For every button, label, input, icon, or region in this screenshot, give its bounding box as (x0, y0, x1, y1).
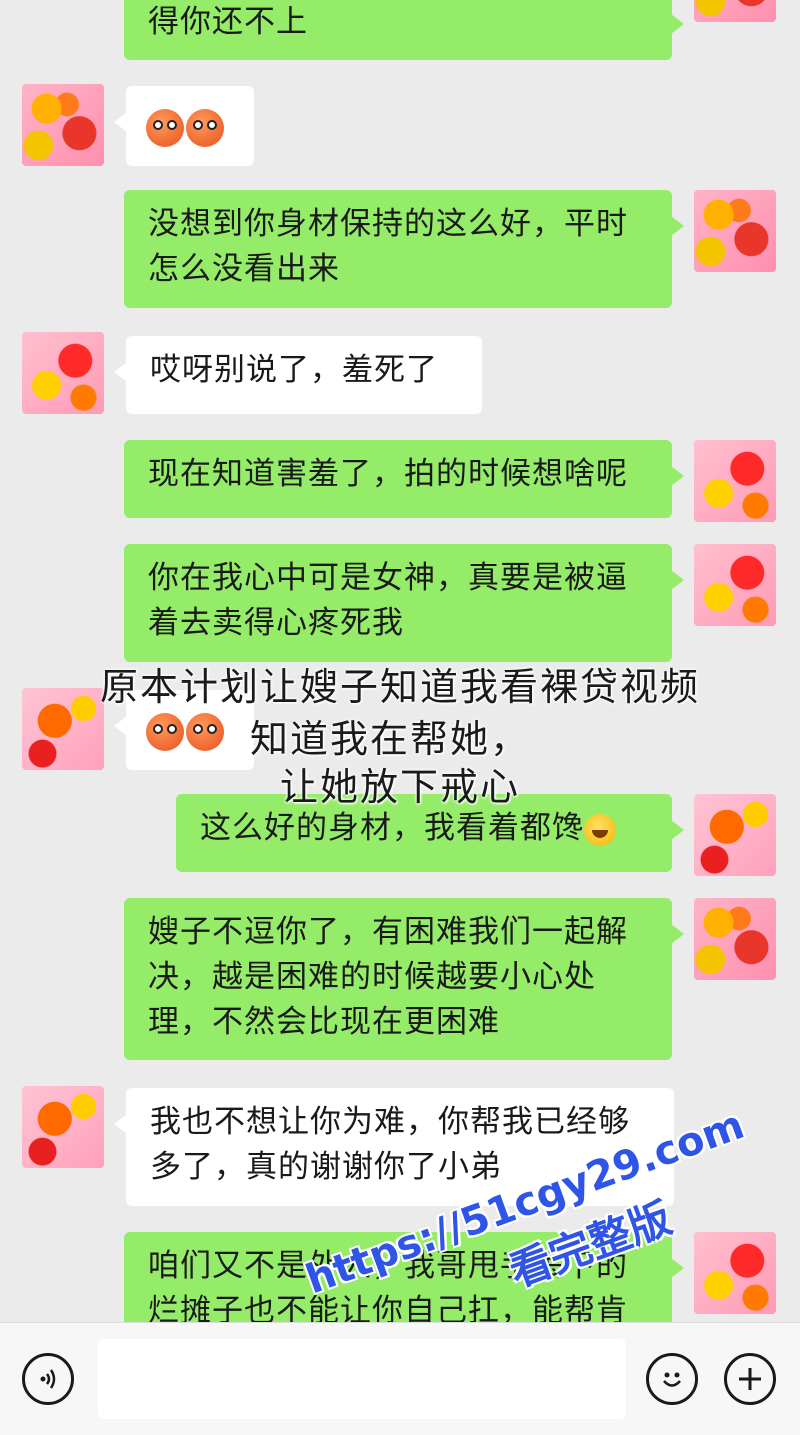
message-bubble-received[interactable]: 哎呀别说了，羞死了 (114, 336, 482, 414)
avatar-self[interactable] (694, 898, 776, 980)
avatar-contact[interactable] (22, 84, 104, 166)
message-bubble-sent[interactable]: 现在知道害羞了，拍的时候想啥呢 (124, 440, 684, 518)
message-text-line: 着去卖得心疼死我 (148, 605, 404, 641)
more-button[interactable] (724, 1353, 776, 1405)
message-text-line: 我也不想让你为难，你帮我已经够 (150, 1104, 630, 1140)
voice-icon (40, 1369, 56, 1389)
message-text-line: 你在我心中可是女神，真要是被逼 (148, 560, 628, 596)
message-bubble-sent[interactable]: 嫂子不逗你了，有困难我们一起解 决，越是困难的时候越要小心处 理，不然会比现在更… (124, 898, 684, 1060)
overlay-caption-line-2: 知道我在帮她， (249, 717, 530, 761)
message-text: 得你还不上 (148, 4, 308, 40)
voice-button[interactable] (22, 1353, 74, 1405)
message-bubble-received[interactable] (114, 86, 254, 166)
message-bubble-sent[interactable]: 得你还不上 (124, 0, 684, 60)
laughing-emoji-icon (584, 813, 616, 846)
message-text: 哎呀别说了，羞死了 (150, 352, 438, 388)
message-text-line: 没想到你身材保持的这么好，平时 (148, 206, 628, 242)
sweat-emoji-icon (146, 108, 184, 147)
emoji-icon (663, 1372, 681, 1387)
emoji-button[interactable] (646, 1353, 698, 1405)
input-toolbar (0, 1322, 800, 1435)
avatar-self[interactable] (694, 544, 776, 626)
sweat-emoji-icon (186, 108, 224, 147)
message-text-line: 决，越是困难的时候越要小心处 (148, 959, 596, 995)
avatar-contact[interactable] (22, 1086, 104, 1168)
plus-icon (739, 1368, 761, 1390)
avatar-contact[interactable] (22, 332, 104, 414)
message-text-line: 嫂子不逗你了，有困难我们一起解 (148, 914, 628, 950)
avatar-self[interactable] (694, 440, 776, 522)
message-text-line: 怎么没看出来 (148, 251, 340, 287)
overlay-caption-line-3: 让她放下戒心 (279, 765, 520, 809)
message-input[interactable] (98, 1339, 626, 1419)
overlay-caption-line-1: 原本计划让嫂子知道我看裸贷视频 (99, 665, 700, 709)
message-text-line: 理，不然会比现在更困难 (148, 1004, 500, 1040)
message-bubble-sent[interactable]: 你在我心中可是女神，真要是被逼 着去卖得心疼死我 (124, 544, 684, 662)
avatar-self[interactable] (694, 1232, 776, 1314)
message-text: 现在知道害羞了，拍的时候想啥呢 (148, 456, 628, 492)
avatar-self[interactable] (694, 0, 776, 22)
sweat-emoji-icon (146, 712, 184, 751)
message-text-line: 烂摊子也不能让你自己扛，能帮肯 (148, 1293, 628, 1322)
avatar-self[interactable] (694, 794, 776, 876)
message-bubble-sent[interactable]: 没想到你身材保持的这么好，平时 怎么没看出来 (124, 190, 684, 308)
avatar-self[interactable] (694, 190, 776, 272)
message-text: 这么好的身材，我看着都馋 (200, 810, 584, 846)
chat-area: 得你还不上 没想到你身材保持的这么好，平时 怎么没看出来 哎呀别说了，羞死了 现… (0, 0, 800, 1322)
